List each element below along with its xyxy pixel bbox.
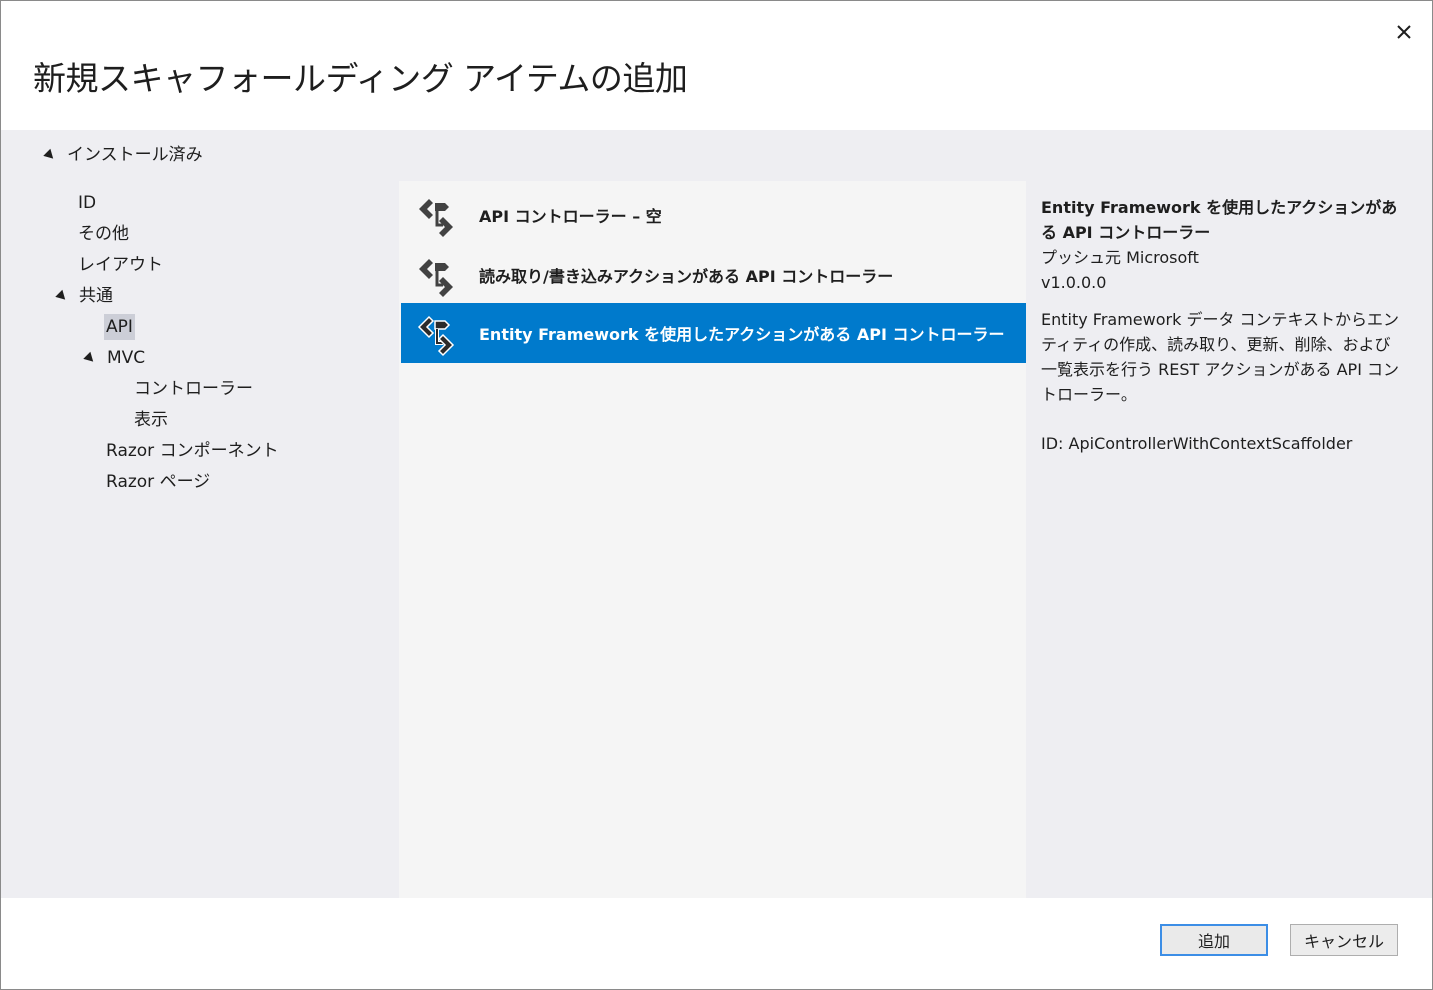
api-controller-icon (419, 199, 453, 237)
tree-item-common[interactable]: 共通 (55, 283, 113, 309)
tree-item-razor-page[interactable]: Razor ページ (106, 469, 210, 495)
template-list: API コントローラー – 空 読み取り/書き込みアクションがある API コン… (399, 181, 1026, 898)
dialog-title: 新規スキャフォールディング アイテムの追加 (33, 59, 688, 98)
list-item-api-empty[interactable]: API コントローラー – 空 (401, 185, 1026, 245)
api-controller-icon (419, 259, 453, 297)
api-controller-icon (417, 315, 455, 357)
details-title: Entity Framework を使用したアクションがある API コントロー… (1041, 198, 1398, 242)
tree-item-razor-component[interactable]: Razor コンポーネント (106, 438, 279, 464)
tree-item-view[interactable]: 表示 (134, 407, 168, 433)
tree-item-api[interactable]: API (104, 314, 135, 340)
expanded-arrow-icon[interactable] (55, 289, 69, 303)
close-icon (1397, 25, 1411, 39)
list-item-api-read-write[interactable]: 読み取り/書き込みアクションがある API コントローラー (401, 245, 1026, 305)
tree-item-mvc[interactable]: MVC (83, 345, 145, 371)
expanded-arrow-icon[interactable] (43, 148, 57, 162)
tree-item-id[interactable]: ID (78, 190, 96, 216)
close-button[interactable] (1389, 17, 1419, 47)
list-item-api-entity-framework[interactable]: Entity Framework を使用したアクションがある API コントロー… (401, 303, 1026, 363)
add-button[interactable]: 追加 (1160, 924, 1268, 956)
content-area: インストール済み ID その他 レイアウト 共通 API MVC コントローラー… (1, 130, 1432, 898)
details-description: Entity Framework データ コンテキストからエンティティの作成、読… (1041, 310, 1400, 404)
scaffold-dialog: 新規スキャフォールディング アイテムの追加 インストール済み ID その他 レイ… (0, 0, 1433, 990)
details-publisher: プッシュ元 Microsoft (1041, 248, 1199, 267)
tree-item-controller[interactable]: コントローラー (134, 376, 253, 402)
tree-root-installed[interactable]: インストール済み (43, 142, 203, 168)
details-pane: Entity Framework を使用したアクションがある API コントロー… (1041, 195, 1401, 456)
tree-root-label: インストール済み (67, 145, 203, 165)
details-id: ID: ApiControllerWithContextScaffolder (1041, 434, 1353, 453)
details-version: v1.0.0.0 (1041, 273, 1107, 292)
tree-item-other[interactable]: その他 (78, 221, 129, 247)
tree-item-layout[interactable]: レイアウト (78, 252, 163, 278)
cancel-button[interactable]: キャンセル (1290, 924, 1398, 956)
expanded-arrow-icon[interactable] (83, 351, 97, 365)
